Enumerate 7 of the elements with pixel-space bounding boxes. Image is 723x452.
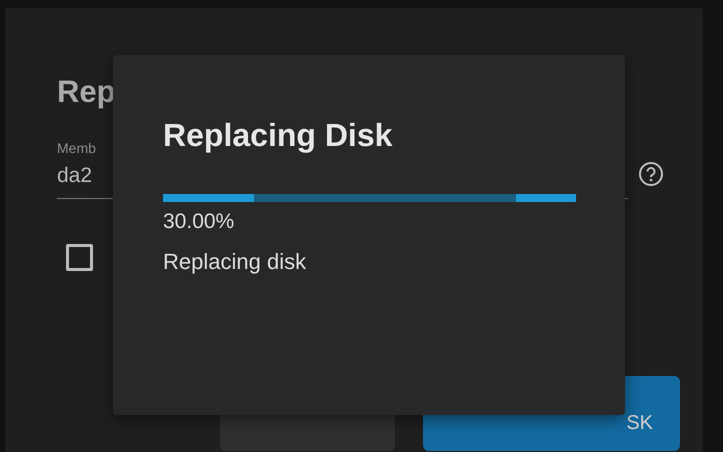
progress-percent: 30.00% bbox=[163, 210, 236, 234]
progress-message: Replacing disk bbox=[163, 249, 308, 275]
help-icon[interactable] bbox=[638, 160, 664, 186]
progress-segment bbox=[516, 194, 576, 202]
dialog-title: Rep bbox=[57, 74, 117, 111]
checkbox[interactable] bbox=[66, 244, 93, 271]
progress-title: Replacing Disk bbox=[163, 117, 394, 154]
